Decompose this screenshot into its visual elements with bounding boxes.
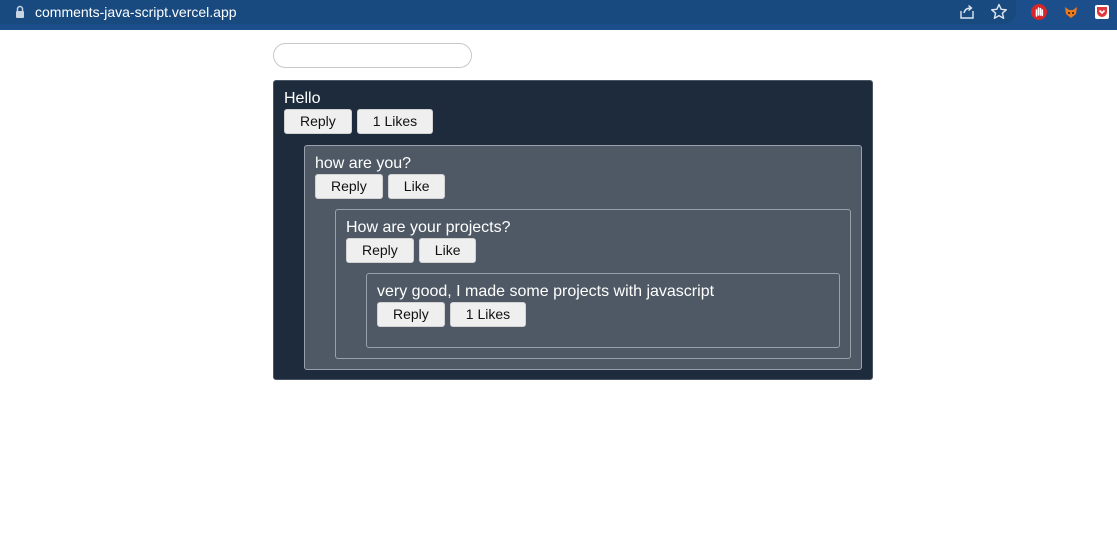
fox-extension-icon[interactable] [1062,3,1080,21]
lock-icon[interactable] [12,4,28,20]
like-button[interactable]: 1 Likes [449,302,527,327]
comment-actions: Reply 1 Likes [284,109,862,134]
browser-toolbar: comments-java-script.vercel.app [0,0,1117,30]
comment-text: How are your projects? [346,219,511,236]
star-icon[interactable] [989,2,1009,22]
comment-text: how are you? [315,155,412,172]
comment-reply-level-1: how are you? Reply Like How are your pro… [304,145,862,370]
comment-root: Hello Reply 1 Likes how are you? Reply L… [273,80,873,380]
reply-button[interactable]: Reply [315,174,383,199]
reply-button[interactable]: Reply [284,109,352,134]
like-button[interactable]: Like [418,238,477,263]
comment-reply-level-3: very good, I made some projects with jav… [366,273,840,348]
comment-actions: Reply Like [315,174,851,199]
comment-text: very good, I made some projects with jav… [377,283,715,300]
like-button[interactable]: Like [387,174,446,199]
address-bar[interactable]: comments-java-script.vercel.app [0,0,1016,24]
comment-reply-level-2: How are your projects? Reply Like very g… [335,209,851,359]
comment-text: Hello [284,90,321,107]
reply-button[interactable]: Reply [377,302,445,327]
search-input[interactable] [273,43,472,68]
comment-actions: Reply Like [346,238,840,263]
comment-actions: Reply 1 Likes [377,302,829,327]
pocket-extension-icon[interactable] [1093,3,1111,21]
share-icon[interactable] [957,2,977,22]
hand-extension-icon[interactable] [1030,3,1048,21]
reply-button[interactable]: Reply [346,238,414,263]
like-button[interactable]: 1 Likes [356,109,434,134]
address-url[interactable]: comments-java-script.vercel.app [35,3,237,21]
